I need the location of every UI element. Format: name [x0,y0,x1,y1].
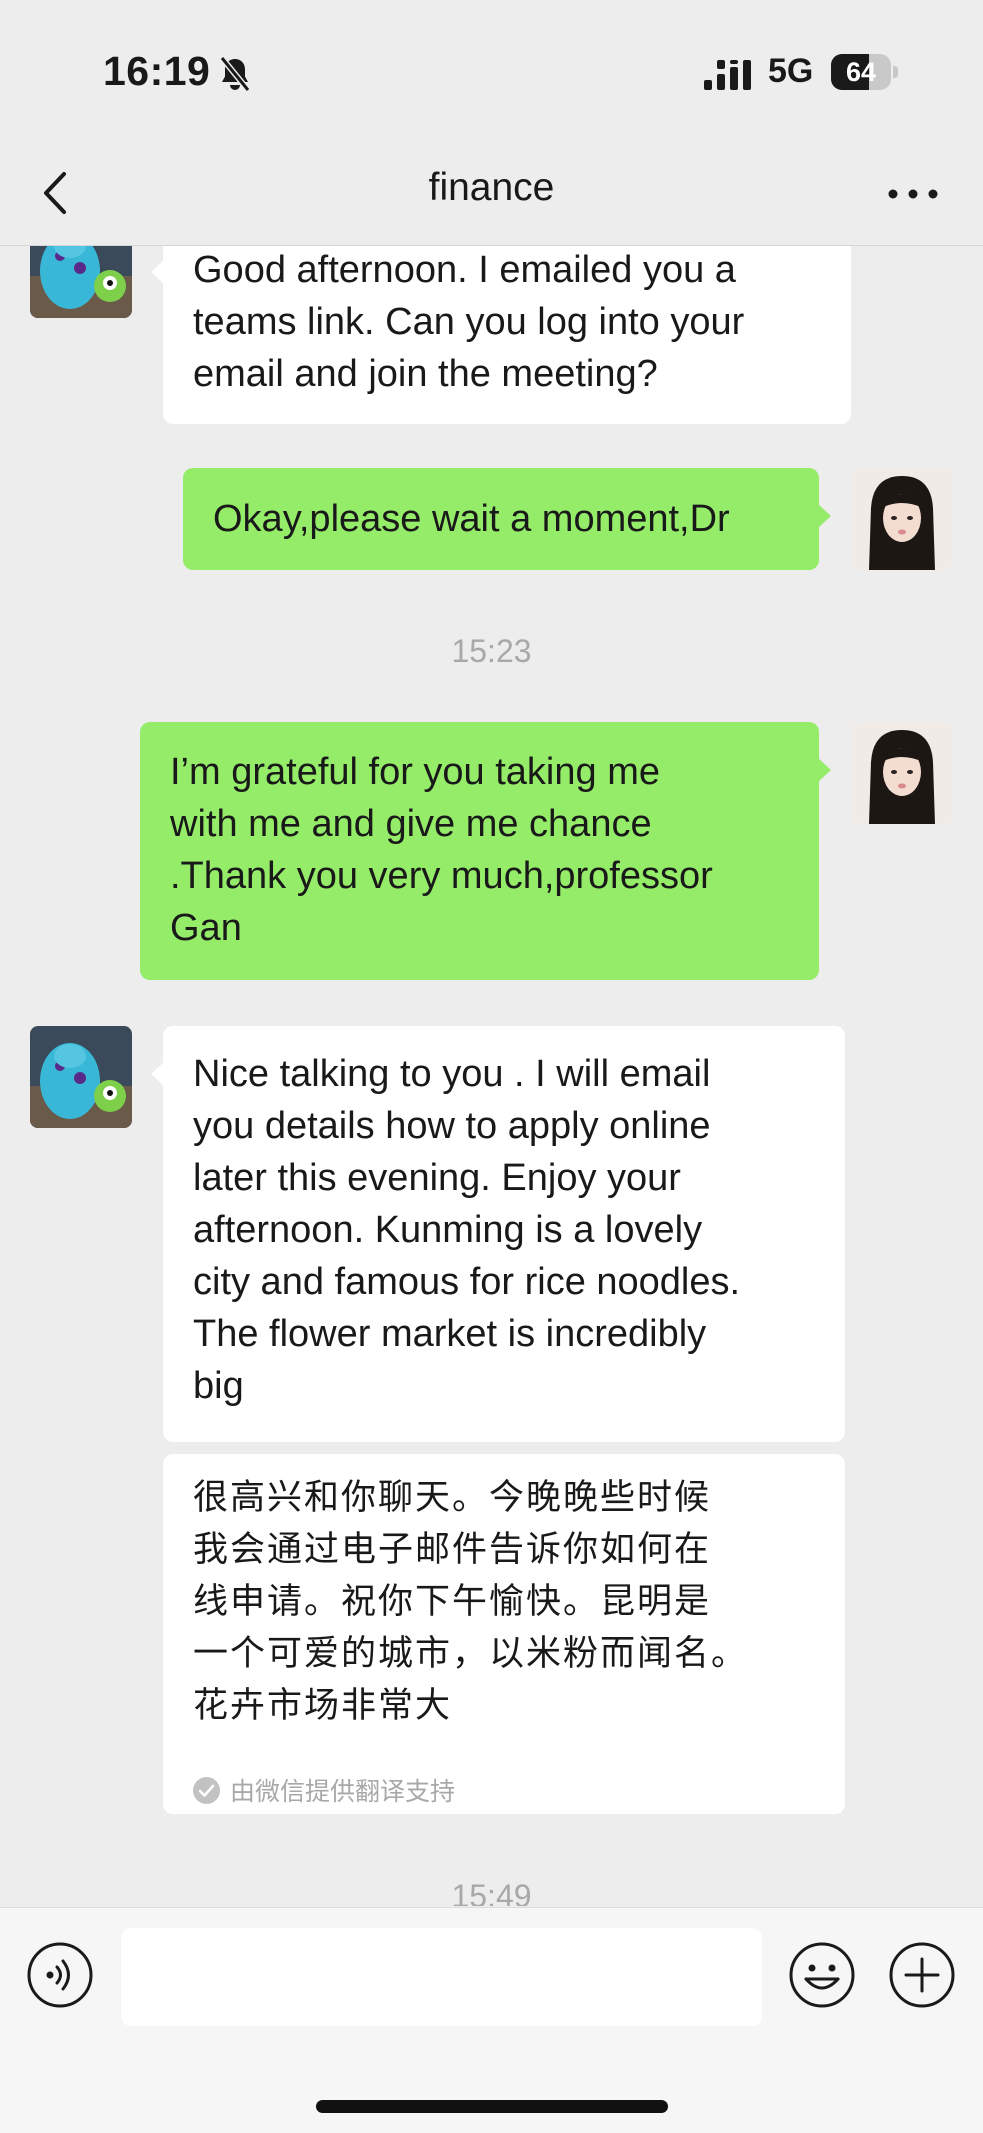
translation-credit-text: 由微信提供翻译支持 [230,1777,456,1806]
status-bar: 16:19 5G 64 [0,0,983,140]
input-bar [0,1907,983,2133]
emoji-icon[interactable] [788,1941,856,2009]
translation-credit: 由微信提供翻译支持 [193,1772,455,1808]
bell-slash-icon [219,56,251,92]
chat-header: finance [0,140,983,246]
timestamp: 15:23 [451,633,532,669]
contact-avatar[interactable] [30,1026,132,1128]
message-input[interactable] [121,1928,762,2026]
home-indicator[interactable] [316,2100,668,2113]
translation-text: 很高兴和你聊天。今晚晚些时候 我会通过电子邮件告诉你如何在 线申请。祝你下午愉快… [193,1478,749,1726]
my-avatar[interactable] [851,468,953,570]
signal-icon [704,60,751,90]
chat-messages[interactable]: Good afternoon. I emailed you a teams li… [0,246,983,1906]
message-bubble-outgoing[interactable]: Okay,please wait a moment,Dr [183,468,831,570]
timestamp: 15:49 [451,1878,532,1906]
message-bubble-incoming[interactable]: Nice talking to you . I will email you d… [151,1026,845,1442]
message-text: Nice talking to you . I will email you d… [193,1053,741,1407]
my-avatar[interactable] [851,722,953,824]
status-time: 16:19 [103,48,211,94]
message-text: Okay,please wait a moment,Dr [213,498,730,540]
chat-title: finance [428,166,555,209]
check-circle-icon [193,1776,220,1804]
voice-icon[interactable] [26,1941,94,2009]
battery-icon: 64 [831,54,899,90]
battery-percentage: 64 [845,57,877,87]
more-icon[interactable] [878,166,948,222]
translation-card[interactable]: 很高兴和你聊天。今晚晚些时候 我会通过电子邮件告诉你如何在 线申请。祝你下午愉快… [163,1454,845,1814]
message-text: Good afternoon. I emailed you a teams li… [193,249,745,395]
message-text: I’m grateful for you taking me with me a… [170,751,713,949]
message-bubble-outgoing[interactable]: I’m grateful for you taking me with me a… [140,722,831,980]
contact-avatar[interactable] [30,246,132,318]
message-bubble-incoming[interactable]: Good afternoon. I emailed you a teams li… [151,246,851,424]
network-type: 5G [768,52,814,90]
plus-icon[interactable] [888,1941,956,2009]
